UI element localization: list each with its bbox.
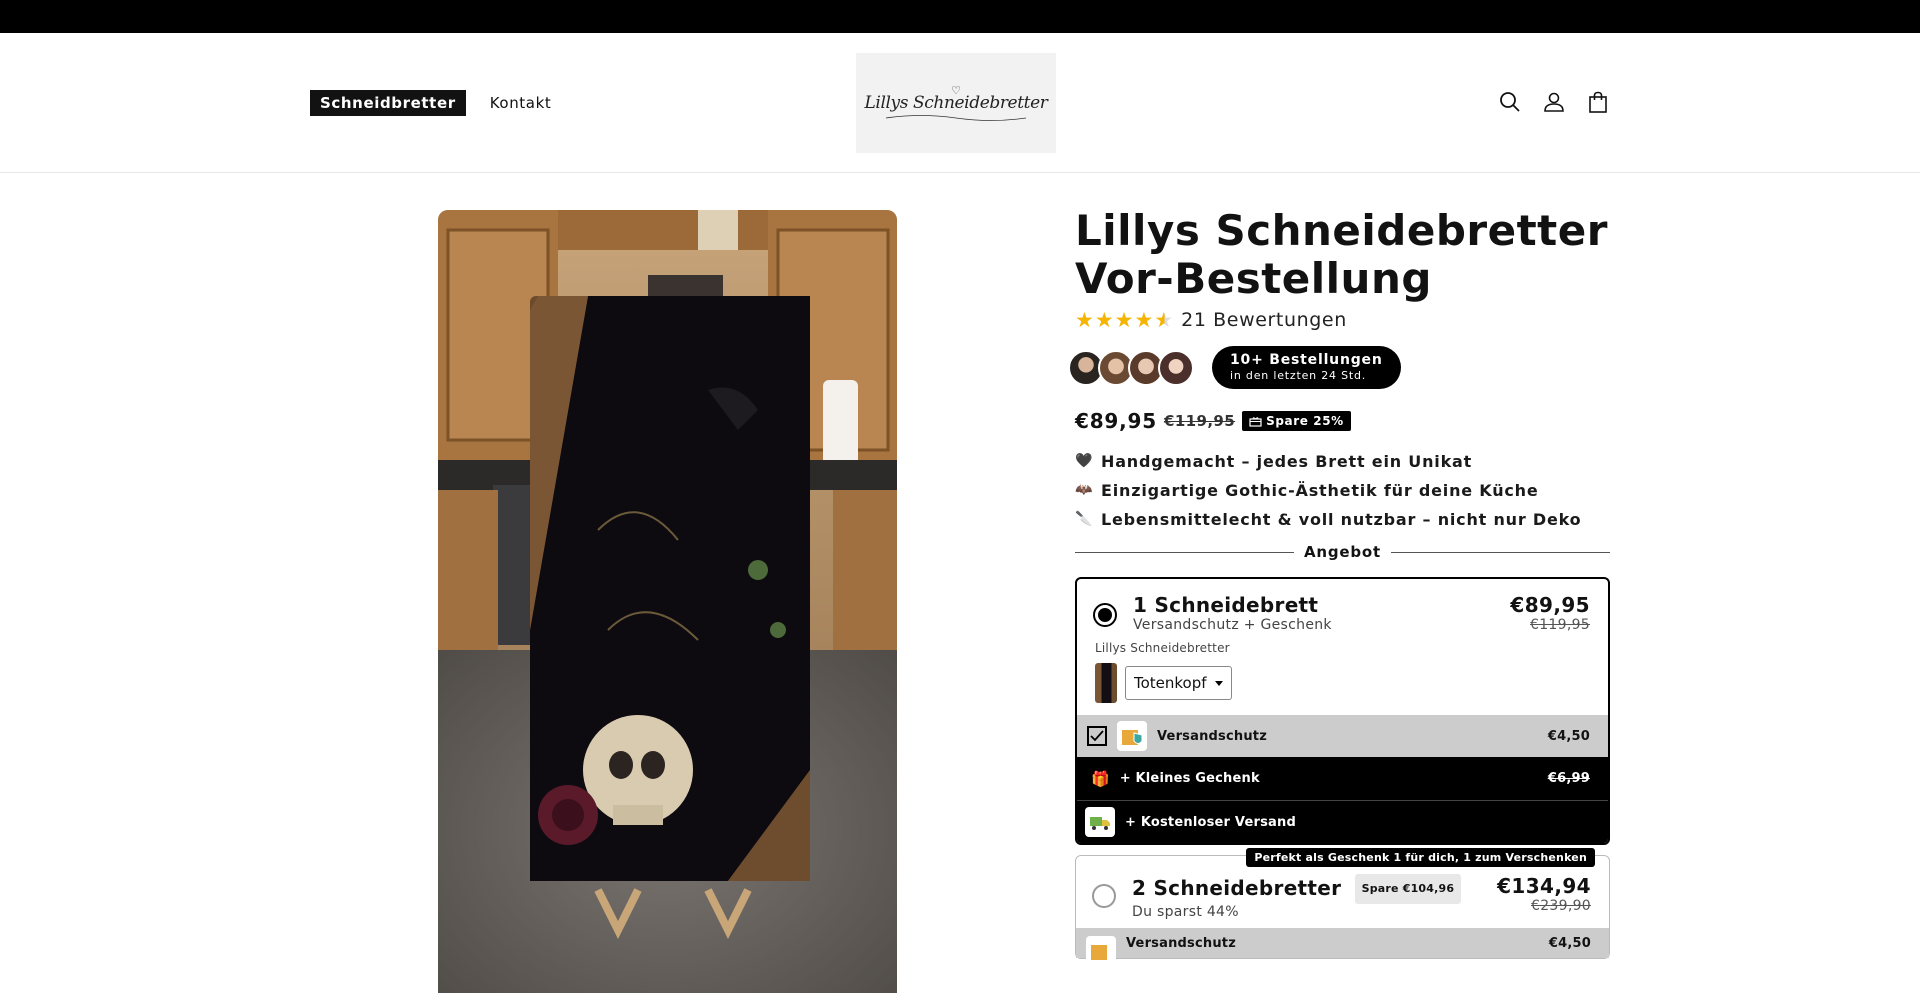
shield-box-icon (1086, 936, 1116, 966)
star-rating: ★ ★ ★ ★ ★ (1075, 309, 1173, 331)
star-icon: ★ (1075, 308, 1094, 332)
announcement-bar (0, 0, 1920, 33)
star-icon: ★ (1094, 308, 1114, 332)
logo-text: Lillys Schneidebretter (864, 92, 1048, 113)
orders-period: in den letzten 24 Std. (1230, 369, 1367, 382)
nav-item-kontakt[interactable]: Kontakt (490, 94, 552, 112)
offer-option-2[interactable]: Perfekt als Geschenk 1 für dich, 1 zum V… (1075, 848, 1610, 966)
orders-count: 10+ Bestellungen (1230, 352, 1383, 368)
offer-title-row: 2 Schneidebretter Spare €104,96 (1132, 874, 1497, 904)
offer-prices: €89,95 €119,95 (1510, 593, 1590, 633)
addon-name: + Kostenloser Versand (1125, 814, 1296, 830)
rating-row[interactable]: ★ ★ ★ ★ ★ 21 Bewertungen (1075, 309, 1610, 331)
feature-list: 🖤 Handgemacht – jedes Brett ein Unikat 🦇… (1075, 447, 1610, 534)
save-badge: Spare 25% (1242, 411, 1351, 431)
spare-pill: Spare €104,96 (1354, 874, 1462, 904)
reviews-count: 21 Bewertungen (1181, 309, 1347, 331)
offer-title: 2 Schneidebretter (1132, 876, 1342, 900)
offer-price: €89,95 (1510, 593, 1590, 617)
product-photo (438, 210, 897, 993)
product-info: Lillys Schneidebretter Vor-Bestellung ★ … (1068, 207, 1611, 966)
offer-subtitle: Versandschutz + Geschenk (1133, 617, 1332, 633)
list-item: 🖤 Handgemacht – jedes Brett ein Unikat (1075, 447, 1610, 476)
addon-checkbox[interactable] (1087, 726, 1107, 746)
offer-header: 1 Schneidebrett Versandschutz + Geschenk… (1077, 579, 1608, 641)
variant-row: Totenkopf (1095, 663, 1608, 703)
shield-box-icon (1117, 721, 1147, 751)
offer-label: Angebot (1304, 543, 1382, 561)
account-icon[interactable] (1542, 90, 1566, 114)
save-badge-text: Spare 25% (1266, 414, 1344, 428)
product-title-line1: Lillys Schneidebretter (1075, 206, 1608, 255)
variant-select[interactable]: Totenkopf (1125, 666, 1232, 700)
star-icon: ★ (1114, 308, 1134, 332)
divider-line (1391, 551, 1611, 553)
feature-text: Einzigartige Gothic-Ästhetik für deine K… (1101, 481, 1539, 500)
main-nav: Schneidbretter Kontakt (310, 90, 551, 116)
offer-option-1[interactable]: 1 Schneidebrett Versandschutz + Geschenk… (1075, 577, 1610, 845)
addon-versandschutz[interactable]: Versandschutz €4,50 (1076, 928, 1609, 966)
compare-price: €119,95 (1163, 412, 1236, 430)
addon-name: + Kleines Gechenk (1119, 771, 1260, 786)
addon-free-shipping: + Kostenloser Versand (1077, 800, 1608, 843)
delivery-truck-icon (1085, 807, 1115, 837)
offer-titles: 1 Schneidebrett Versandschutz + Geschenk (1133, 593, 1510, 633)
nav-item-schneidbretter[interactable]: Schneidbretter (310, 90, 466, 116)
gift-tag: Perfekt als Geschenk 1 für dich, 1 zum V… (1246, 848, 1595, 867)
addon-price: €4,50 (1547, 728, 1590, 744)
variant-label: Lillys Schneidebretter (1095, 641, 1230, 655)
search-icon[interactable] (1498, 90, 1522, 114)
feature-text: Lebensmittelecht & voll nutzbar – nicht … (1101, 510, 1582, 529)
radio-dot (1098, 608, 1112, 622)
offer-compare-price: €119,95 (1530, 617, 1590, 633)
addon-price: €6,99 (1547, 771, 1590, 786)
offer-prices: €134,94 €239,90 (1497, 874, 1591, 914)
variant-thumbnail (1095, 663, 1117, 703)
list-item: 🔪 Lebensmittelecht & voll nutzbar – nich… (1075, 505, 1610, 534)
price-row: €89,95 €119,95 Spare 25% (1075, 409, 1610, 433)
heart-icon: 🖤 (1075, 453, 1094, 469)
logo-flourish-icon (885, 114, 1027, 121)
addon-name: Versandschutz (1157, 728, 1267, 744)
half-star-icon: ★ (1154, 308, 1174, 332)
addon-name: Versandschutz (1126, 936, 1236, 951)
social-proof: 10+ Bestellungen in den letzten 24 Std. (1068, 346, 1610, 389)
offer-subtitle: Du sparst 44% (1132, 904, 1239, 920)
store-logo[interactable]: ♡ Lillys Schneidebretter (856, 53, 1056, 153)
product-title: Lillys Schneidebretter Vor-Bestellung (1075, 207, 1610, 303)
offer-compare-price: €239,90 (1531, 898, 1591, 914)
feature-text: Handgemacht – jedes Brett ein Unikat (1101, 452, 1473, 471)
check-icon (1090, 730, 1104, 742)
chevron-down-icon (1214, 680, 1223, 686)
product-image[interactable] (438, 210, 897, 993)
gift-icon (1249, 416, 1262, 427)
divider-line (1075, 551, 1294, 553)
list-item: 🦇 Einzigartige Gothic-Ästhetik für deine… (1075, 476, 1610, 505)
star-icon: ★ (1134, 308, 1154, 332)
product-title-line2: Vor-Bestellung (1075, 254, 1432, 303)
offer-title: 1 Schneidebrett (1133, 593, 1319, 617)
site-header: Schneidbretter Kontakt ♡ Lillys Schneide… (0, 33, 1920, 173)
avatar (1158, 349, 1194, 386)
gift-icon: 🎁 (1091, 769, 1110, 788)
offer-radio[interactable] (1092, 884, 1116, 908)
addon-gift: 🎁 + Kleines Gechenk €6,99 (1077, 757, 1608, 800)
offer-price: €134,94 (1497, 874, 1591, 898)
orders-badge: 10+ Bestellungen in den letzten 24 Std. (1212, 346, 1401, 389)
cart-icon[interactable] (1586, 90, 1610, 114)
variant-select-value: Totenkopf (1134, 674, 1207, 692)
offer-radio[interactable] (1093, 603, 1117, 627)
offer-titles: 2 Schneidebretter Spare €104,96 Du spars… (1132, 874, 1497, 920)
header-icons (1498, 90, 1610, 114)
knife-icon: 🔪 (1075, 511, 1094, 527)
addon-versandschutz[interactable]: Versandschutz €4,50 (1077, 715, 1608, 757)
current-price: €89,95 (1075, 409, 1157, 433)
addon-price: €4,50 (1548, 936, 1591, 951)
customer-avatars (1068, 349, 1194, 386)
offer-divider: Angebot (1075, 543, 1611, 561)
bat-icon: 🦇 (1075, 482, 1094, 498)
